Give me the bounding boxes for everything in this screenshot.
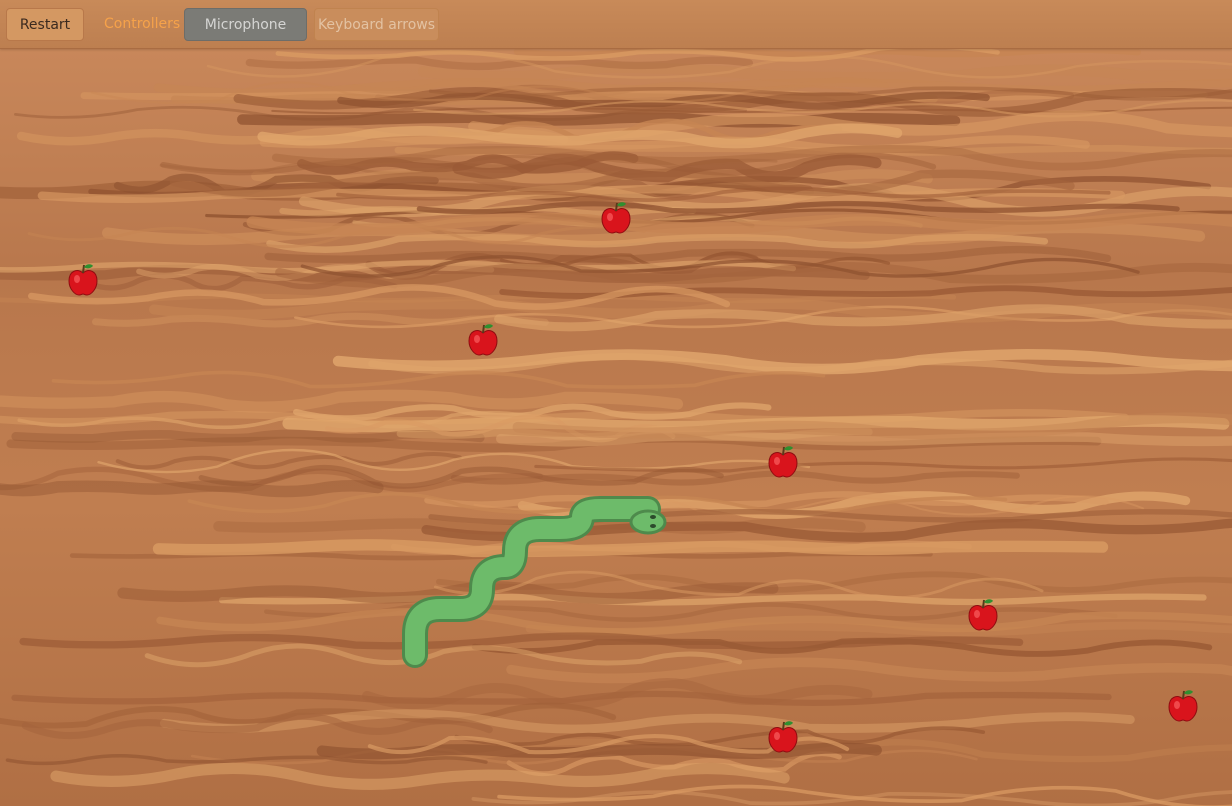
snake-game-app: Restart Controllers Microphone Keyboard … — [0, 0, 1232, 806]
apple-icon — [767, 719, 799, 753]
apple-icon — [1167, 688, 1199, 722]
keyboard-arrows-controller-button[interactable]: Keyboard arrows — [314, 8, 439, 41]
snake-eye — [650, 524, 656, 528]
apple-icon — [467, 322, 499, 356]
toolbar: Restart Controllers Microphone Keyboard … — [0, 0, 1232, 49]
snake-head — [629, 509, 667, 535]
apple-icon — [967, 597, 999, 631]
game-board[interactable] — [0, 49, 1232, 806]
apple-icon — [600, 200, 632, 234]
controllers-label: Controllers — [104, 16, 181, 32]
restart-button[interactable]: Restart — [6, 8, 84, 41]
snake — [402, 496, 667, 668]
apple-icon — [67, 262, 99, 296]
apple-icon — [767, 444, 799, 478]
microphone-controller-button[interactable]: Microphone — [184, 8, 307, 41]
snake-eye — [650, 515, 656, 519]
